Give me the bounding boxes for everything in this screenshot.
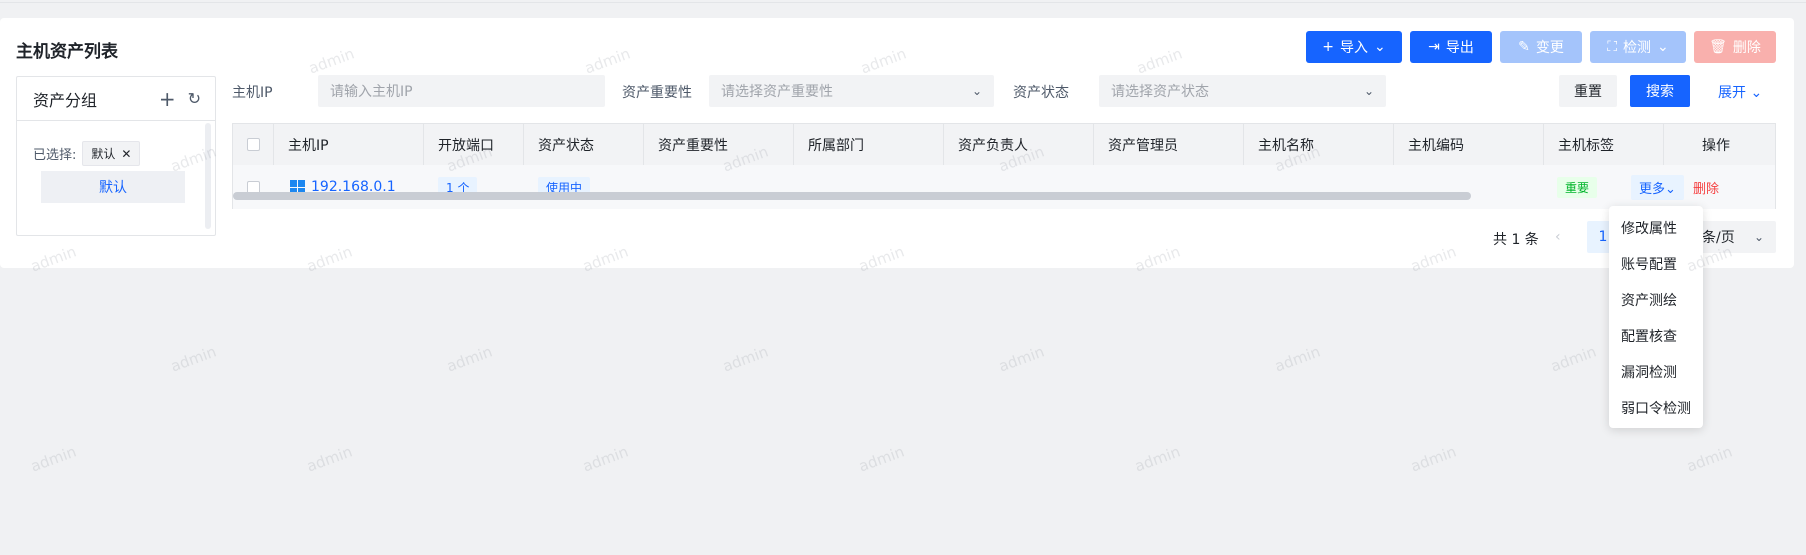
chevron-down-icon: ⌄ <box>1657 39 1669 55</box>
watermark: admin <box>996 342 1047 376</box>
column-header[interactable]: 资产管理员 <box>1093 124 1243 165</box>
chevron-down-icon: ⌄ <box>1363 84 1374 98</box>
column-header[interactable]: 主机标签 <box>1543 124 1663 165</box>
watermark: admin <box>168 342 219 376</box>
chevron-down-icon: ⌄ <box>1753 230 1764 244</box>
actions-cell: 更多⌄ <box>1631 165 1684 209</box>
panel-scrollbar[interactable] <box>205 123 211 229</box>
host-ip-cell: 192.168.0.1 <box>290 165 396 209</box>
refresh-icon[interactable]: ↻ <box>188 90 201 107</box>
close-icon[interactable]: ✕ <box>121 147 131 161</box>
reset-button[interactable]: 重置 <box>1559 75 1617 107</box>
selected-row: 已选择: 默认 ✕ <box>33 141 141 166</box>
import-button[interactable]: + 导入 ⌄ <box>1306 31 1402 63</box>
chevron-down-icon: ⌄ <box>1746 85 1763 101</box>
search-button[interactable]: 搜索 <box>1630 75 1690 107</box>
export-icon: ⇥ <box>1428 39 1440 55</box>
status-cell: 使用中 <box>538 165 591 209</box>
watermark: admin <box>1548 342 1599 376</box>
export-label: 导出 <box>1445 40 1474 56</box>
plus-icon: + <box>1322 39 1334 55</box>
chevron-down-icon: ⌄ <box>1374 39 1386 55</box>
watermark: admin <box>28 442 79 476</box>
import-label: 导入 <box>1340 40 1368 56</box>
group-item-default[interactable]: 默认 <box>41 171 185 203</box>
row-checkbox-cell <box>247 165 260 209</box>
menu-item-asset-mapping[interactable]: 资产测绘 <box>1609 282 1703 318</box>
watermark: admin <box>856 442 907 476</box>
tag-cell: 重要 <box>1557 165 1598 209</box>
column-header[interactable]: 主机编码 <box>1393 124 1543 165</box>
column-header[interactable]: 主机IP <box>273 124 423 165</box>
scan-icon: ⛶ <box>1607 39 1618 55</box>
watermark: admin <box>1272 342 1323 376</box>
change-label: 变更 <box>1535 40 1564 56</box>
watermark: admin <box>1132 442 1183 476</box>
chevron-down-icon: ⌄ <box>971 84 982 98</box>
top-divider <box>0 2 1806 3</box>
column-header[interactable]: 资产状态 <box>523 124 643 165</box>
more-button[interactable]: 更多⌄ <box>1631 174 1684 200</box>
host-ip-input[interactable]: 请输入主机IP <box>318 75 605 107</box>
menu-item-config-check[interactable]: 配置核查 <box>1609 318 1703 354</box>
row-delete-cell: 删除 <box>1693 165 1719 209</box>
group-panel-title: 资产分组 <box>33 90 98 110</box>
delete-button[interactable]: 🗑 删除 <box>1694 31 1776 63</box>
group-panel-header: 资产分组 + ↻ <box>17 77 215 121</box>
table-horizontal-scrollbar[interactable] <box>233 192 1471 200</box>
row-delete-link[interactable]: 删除 <box>1693 178 1719 197</box>
watermark: admin <box>580 442 631 476</box>
importance-filter-label: 资产重要性 <box>622 85 692 101</box>
status-filter-label: 资产状态 <box>1013 85 1069 101</box>
watermark: admin <box>1408 442 1459 476</box>
watermark: admin <box>444 342 495 376</box>
selected-chip-label: 默认 <box>91 147 116 161</box>
host-ip-filter-label: 主机IP <box>232 85 273 101</box>
select-all-checkbox[interactable] <box>247 138 260 151</box>
change-button[interactable]: ✎ 变更 <box>1500 31 1582 63</box>
page-title: 主机资产列表 <box>16 42 118 62</box>
menu-item-vuln-detect[interactable]: 漏洞检测 <box>1609 354 1703 390</box>
host-tag: 重要 <box>1557 176 1598 198</box>
detect-label: 检测 <box>1623 40 1652 56</box>
pagination-total: 共 1 条 <box>1493 232 1539 248</box>
expand-button[interactable]: 展开 ⌄ <box>1718 82 1762 102</box>
status-select[interactable]: 请选择资产状态 ⌄ <box>1099 75 1386 107</box>
more-actions-dropdown: 修改属性 账号配置 资产测绘 配置核查 漏洞检测 弱口令检测 <box>1609 206 1703 428</box>
delete-label: 删除 <box>1732 40 1761 56</box>
select-all-cell <box>233 124 273 165</box>
trash-icon: 🗑 <box>1709 39 1727 55</box>
selected-chip: 默认 ✕ <box>82 141 141 166</box>
export-button[interactable]: ⇥ 导出 <box>1410 31 1492 63</box>
menu-item-weak-password[interactable]: 弱口令检测 <box>1609 390 1703 426</box>
watermark: admin <box>720 342 771 376</box>
column-header: 操作 <box>1663 124 1777 165</box>
menu-item-modify-attributes[interactable]: 修改属性 <box>1609 210 1703 246</box>
watermark: admin <box>1684 442 1735 476</box>
chevron-down-icon: ⌄ <box>1665 181 1676 197</box>
add-group-icon[interactable]: + <box>159 89 176 109</box>
pagination-prev-button[interactable]: ‹ <box>1555 229 1561 245</box>
column-header[interactable]: 所属部门 <box>793 124 943 165</box>
detect-button[interactable]: ⛶ 检测 ⌄ <box>1590 31 1686 63</box>
watermark: admin <box>304 442 355 476</box>
edit-icon: ✎ <box>1518 39 1530 55</box>
selected-label: 已选择: <box>33 148 77 163</box>
importance-select[interactable]: 请选择资产重要性 ⌄ <box>709 75 994 107</box>
